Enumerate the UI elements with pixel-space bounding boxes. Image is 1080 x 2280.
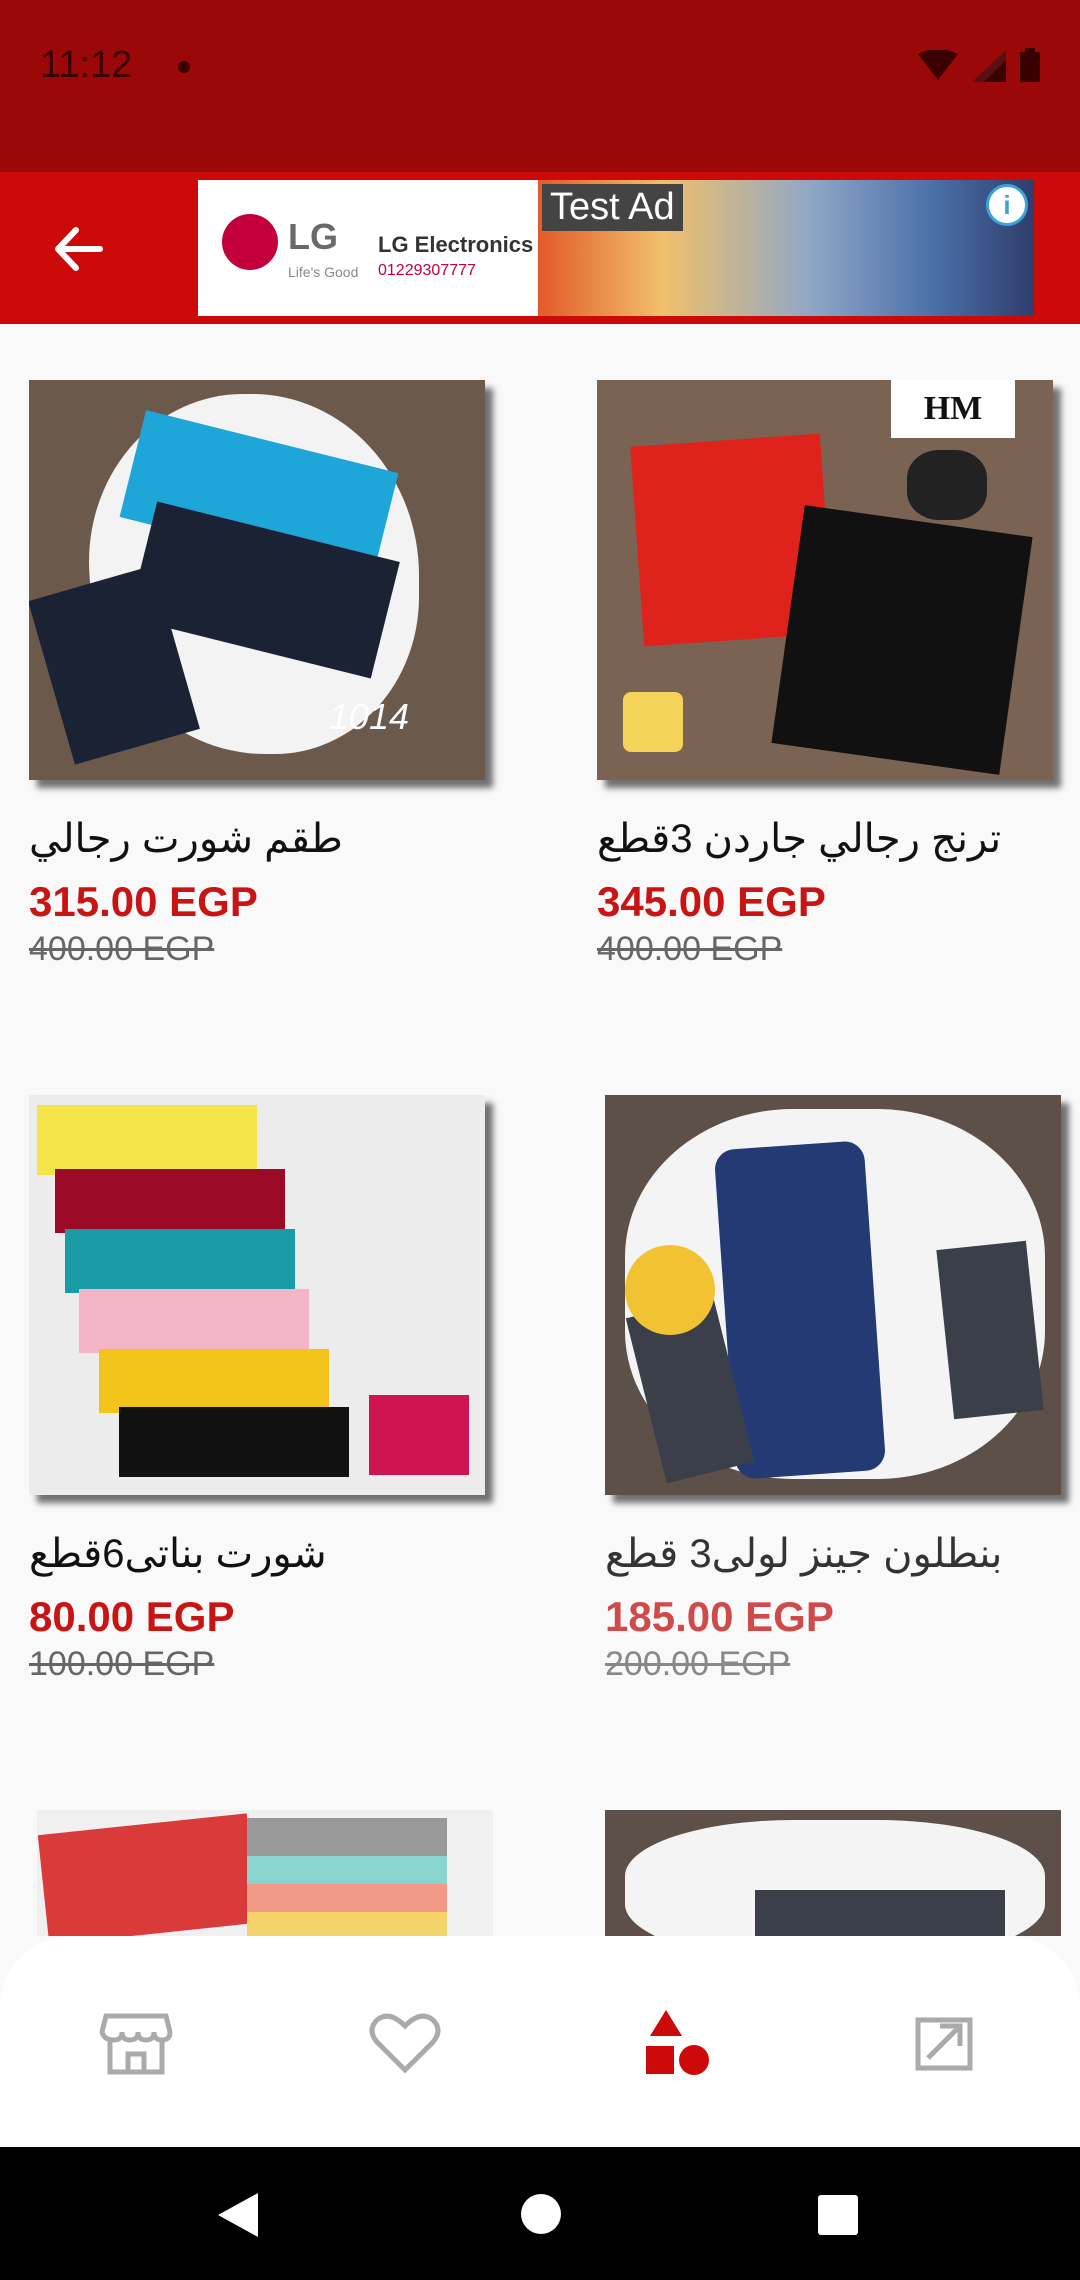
product-image[interactable] — [605, 1810, 1061, 1936]
status-icons — [918, 48, 1040, 82]
back-arrow-icon[interactable] — [40, 212, 114, 286]
product-card[interactable]: 1014 طقم شورت رجالي 315.00 EGP 400.00 EG… — [29, 380, 489, 969]
product-title: شورت بناتى6قطع — [29, 1532, 327, 1576]
product-card[interactable] — [37, 1810, 497, 1936]
ad-brand: LG — [288, 216, 338, 257]
ad-banner[interactable]: LG Life's Good LG Electronics 0122930777… — [198, 180, 1034, 316]
product-old-price: 200.00 EGP — [605, 1645, 791, 1683]
notification-dot-icon — [178, 61, 190, 73]
product-grid: 1014 طقم شورت رجالي 315.00 EGP 400.00 EG… — [0, 324, 1080, 1936]
product-price: 185.00 EGP — [605, 1593, 834, 1640]
product-code: 1014 — [328, 696, 409, 737]
bottom-nav — [0, 1936, 1080, 2147]
product-title: طقم شورت رجالي — [29, 817, 343, 861]
product-card[interactable]: بنطلون جينز لولى3 قطع 185.00 EGP 200.00 … — [605, 1095, 1065, 1684]
product-image[interactable] — [605, 1095, 1061, 1495]
lg-logo — [222, 214, 278, 270]
nav-home-icon[interactable] — [520, 2193, 562, 2235]
heart-icon[interactable] — [365, 2002, 445, 2082]
product-image[interactable] — [37, 1810, 493, 1936]
product-price: 80.00 EGP — [29, 1593, 235, 1640]
product-card[interactable]: HM ترنج رجالي جاردن 3قطع 345.00 EGP 400.… — [597, 380, 1057, 969]
nav-recents-icon[interactable] — [818, 2195, 858, 2235]
wifi-icon — [918, 50, 958, 80]
signal-icon — [972, 50, 1006, 82]
store-icon[interactable] — [96, 2002, 176, 2082]
nav-back-icon[interactable] — [214, 2189, 262, 2241]
ad-slogan: Life's Good — [288, 264, 359, 280]
product-card[interactable]: شورت بناتى6قطع 80.00 EGP 100.00 EGP — [29, 1095, 489, 1684]
status-time: 11:12 — [40, 44, 133, 86]
product-image[interactable]: HM — [597, 380, 1053, 780]
product-image[interactable]: 1014 — [29, 380, 485, 780]
system-nav-bar — [0, 2147, 1080, 2280]
logout-icon[interactable] — [904, 2002, 984, 2082]
product-price: 315.00 EGP — [29, 878, 258, 925]
product-title: بنطلون جينز لولى3 قطع — [605, 1532, 1003, 1576]
product-old-price: 100.00 EGP — [29, 1645, 215, 1683]
ad-label: Test Ad — [542, 184, 683, 231]
status-bar: 11:12 — [0, 0, 1080, 172]
product-card[interactable] — [605, 1810, 1065, 1936]
battery-icon — [1020, 48, 1040, 82]
brand-label: HM — [891, 380, 1015, 438]
product-title: ترنج رجالي جاردن 3قطع — [597, 817, 1002, 861]
product-image[interactable] — [29, 1095, 485, 1495]
app-header: LG Life's Good LG Electronics 0122930777… — [0, 172, 1080, 324]
product-old-price: 400.00 EGP — [597, 930, 783, 968]
product-price: 345.00 EGP — [597, 878, 826, 925]
ad-phone: 01229307777 — [378, 262, 476, 279]
product-old-price: 400.00 EGP — [29, 930, 215, 968]
categories-icon[interactable] — [636, 2002, 716, 2082]
ad-info-icon[interactable]: i — [986, 184, 1028, 226]
ad-electronics: LG Electronics — [378, 232, 534, 257]
ad-left-panel: LG Life's Good LG Electronics 0122930777… — [198, 180, 538, 316]
